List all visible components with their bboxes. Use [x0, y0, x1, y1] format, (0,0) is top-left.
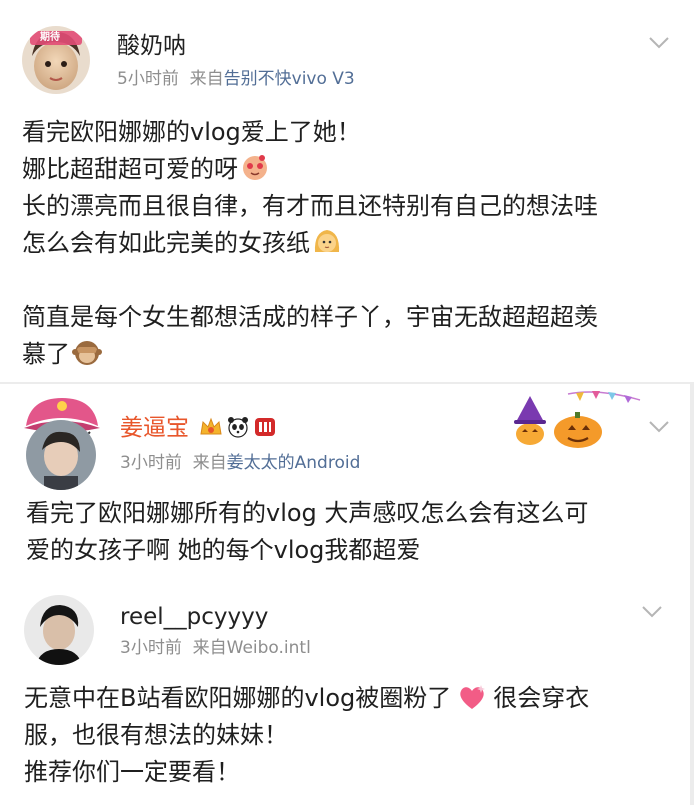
- post-time: 3小时前: [120, 638, 182, 658]
- avatar[interactable]: 期待: [22, 26, 90, 94]
- post-meta: 3小时前 来自Weibo.intl: [120, 637, 311, 659]
- body-line: [22, 262, 598, 299]
- post-source[interactable]: Weibo.intl: [227, 638, 311, 658]
- post-body: 无意中在B站看欧阳娜娜的vlog被圈粉了 很会穿衣 服，也很有想法的妹妹！ 推荐你…: [24, 680, 589, 791]
- body-line: 看完了欧阳娜娜所有的vlog 大声感叹怎么会有这么可: [26, 499, 589, 527]
- weibo-comment-1: 期待 酸奶呐 5小时前 来自告别不快vivo V3 看完欧阳娜娜的vlog爱上了…: [0, 0, 694, 382]
- post-source[interactable]: 告别不快vivo V3: [224, 69, 355, 89]
- body-line: 怎么会有如此完美的女孩纸: [22, 225, 598, 262]
- post-meta: 3小时前 来自姜太太的Android: [120, 452, 360, 474]
- body-line: 推荐你们一定要看！: [24, 758, 240, 786]
- body-line: 娜比超甜超可爱的呀: [22, 151, 598, 188]
- chevron-down-icon[interactable]: [641, 605, 663, 619]
- username[interactable]: 姜逼宝: [120, 414, 189, 442]
- body-line: 长的漂亮而且很自律，有才而且还特别有自己的想法哇: [22, 192, 598, 220]
- sparkling-heart-emoji: [460, 685, 486, 709]
- body-line: 服，也很有想法的妹妹！: [24, 721, 288, 749]
- from-prefix: 来自: [192, 638, 227, 658]
- weibo-comment-2: 姜逼宝 3小时前 来自姜太太的Android 看完了欧阳娜娜所有的vlog 大声…: [0, 384, 690, 578]
- red-badge-icon: [255, 418, 275, 436]
- halloween-pumpkin-decoration: [514, 391, 641, 448]
- username[interactable]: reel__pcyyyy: [120, 603, 268, 631]
- smitten-face-emoji: [243, 155, 267, 180]
- body-line: 爱的女孩子啊 她的每个vlog我都超爱: [26, 536, 421, 564]
- avatar[interactable]: [24, 595, 94, 665]
- panda-icon: [228, 417, 248, 438]
- chevron-down-icon[interactable]: [648, 420, 670, 434]
- post-time: 3小时前: [120, 453, 182, 473]
- body-line: 看完欧阳娜娜的vlog爱上了她！: [22, 118, 361, 146]
- chevron-down-icon[interactable]: [648, 36, 670, 50]
- person-avatar-icon: [26, 420, 96, 490]
- body-line-tail: 很会穿衣: [493, 684, 590, 712]
- post-body: 看完欧阳娜娜的vlog爱上了她！ 娜比超甜超可爱的呀 长的漂亮而且很自律，有才而…: [22, 114, 598, 373]
- avatar-badge-text: 期待: [40, 32, 60, 43]
- post-meta: 5小时前 来自告别不快vivo V3: [117, 68, 355, 90]
- username[interactable]: 酸奶呐: [117, 32, 186, 60]
- post-time: 5小时前: [117, 69, 179, 89]
- person-avatar-icon: [24, 595, 94, 665]
- body-line: 简直是每个女生都想活成的样子丫，宇宙无敌超超超羡: [22, 303, 598, 331]
- body-line: 慕了: [22, 336, 598, 373]
- post-source[interactable]: 姜太太的Android: [227, 453, 361, 473]
- from-prefix: 来自: [192, 453, 227, 473]
- body-line: 无意中在B站看欧阳娜娜的vlog被圈粉了 很会穿衣: [24, 684, 590, 712]
- avatar[interactable]: [26, 420, 96, 490]
- post-body: 看完了欧阳娜娜所有的vlog 大声感叹怎么会有这么可 爱的女孩子啊 她的每个vl…: [26, 495, 588, 569]
- from-prefix: 来自: [189, 69, 224, 89]
- see-no-evil-monkey-emoji: [72, 341, 102, 365]
- weibo-comment-3: reel__pcyyyy 3小时前 来自Weibo.intl 无意中在B站看欧阳…: [0, 577, 690, 805]
- crown-vip-icon: [200, 417, 222, 435]
- girl-emoji: [314, 230, 340, 252]
